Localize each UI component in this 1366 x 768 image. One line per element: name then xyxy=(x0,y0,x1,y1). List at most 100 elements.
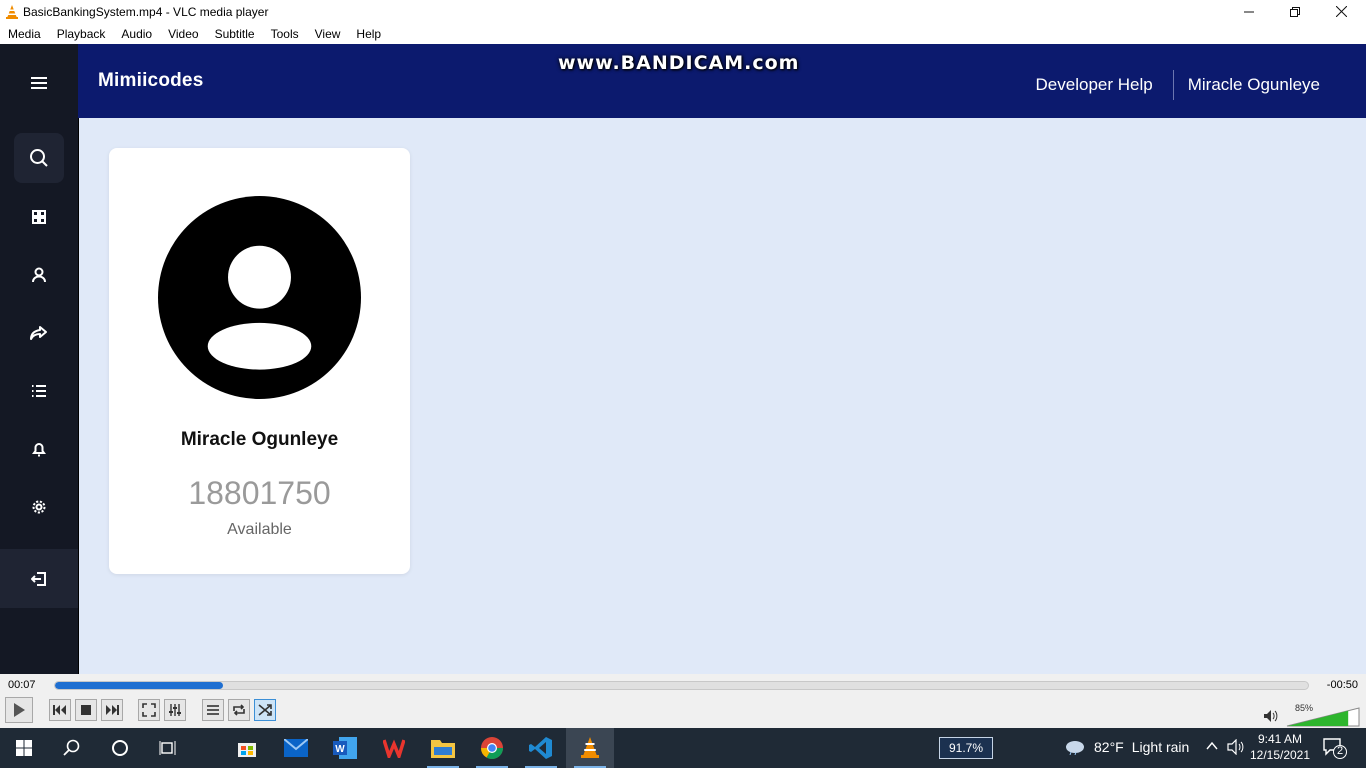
weather-desc: Light rain xyxy=(1131,739,1190,755)
weather-widget[interactable]: 82°F Light rain xyxy=(1064,739,1189,755)
volume-tray[interactable] xyxy=(1227,738,1245,758)
header-nav: Developer Help Miracle Ogunleye xyxy=(1036,70,1320,100)
main-content: Miracle Ogunleye 18801750 Available xyxy=(79,118,1366,674)
chevron-up-icon xyxy=(1206,741,1218,750)
menu-tools[interactable]: Tools xyxy=(263,27,307,41)
customer-name: Miracle Ogunleye xyxy=(180,429,339,450)
sidebar-item-settings xyxy=(14,482,64,532)
seek-progress xyxy=(55,682,223,689)
vscode-icon xyxy=(529,737,552,759)
minimize-button[interactable] xyxy=(1226,0,1272,23)
video-area[interactable]: Mimiicodes www.BANDICAM.com Developer He… xyxy=(0,44,1366,674)
clock-date: 12/15/2021 xyxy=(1249,748,1311,762)
folder-icon xyxy=(431,740,455,758)
player-controls: 00:07 -00:50 85% xyxy=(0,674,1366,728)
header-user-name: Miracle Ogunleye xyxy=(1187,75,1320,94)
sidebar-item-transfer xyxy=(14,308,64,358)
avatar xyxy=(158,196,361,399)
store-icon xyxy=(238,743,256,757)
playlist-icon xyxy=(207,705,219,715)
cloud-rain-icon xyxy=(1066,741,1084,755)
menu-audio[interactable]: Audio xyxy=(113,27,160,41)
taskbar-wps[interactable] xyxy=(370,728,418,768)
restore-button[interactable] xyxy=(1272,0,1318,23)
menu-icon xyxy=(31,77,47,89)
customer-balance: 18801750 xyxy=(188,475,331,511)
title-bar: BasicBankingSystem.mp4 - VLC media playe… xyxy=(0,0,1366,23)
search-icon xyxy=(63,739,80,756)
menu-media[interactable]: Media xyxy=(0,27,49,41)
sidebar-item-dashboard xyxy=(14,192,64,242)
cortana-button[interactable] xyxy=(96,728,144,768)
previous-button[interactable] xyxy=(49,699,71,721)
start-button[interactable] xyxy=(0,728,48,768)
sidebar-item-history xyxy=(14,366,64,416)
sidebar-item-search xyxy=(14,133,64,183)
playlist-button[interactable] xyxy=(202,699,224,721)
equalizer-icon xyxy=(169,704,181,716)
show-hidden-icons[interactable] xyxy=(1206,739,1218,754)
remaining-time[interactable]: -00:50 xyxy=(1327,679,1358,691)
play-button[interactable] xyxy=(5,697,33,723)
notification-icon xyxy=(1323,738,1347,759)
task-view-button[interactable] xyxy=(144,728,192,768)
menu-bar: Media Playback Audio Video Subtitle Tool… xyxy=(0,23,1366,44)
vlc-icon xyxy=(581,737,599,758)
taskbar-mail[interactable] xyxy=(272,728,320,768)
sidebar-item-notifications xyxy=(14,424,64,474)
elapsed-time: 00:07 xyxy=(8,679,36,691)
stop-button[interactable] xyxy=(75,699,97,721)
taskbar-file-explorer[interactable] xyxy=(419,728,467,768)
close-button[interactable] xyxy=(1318,0,1364,23)
skip-back-icon xyxy=(53,705,66,715)
list-icon xyxy=(32,385,46,397)
shuffle-button[interactable] xyxy=(254,699,276,721)
taskbar-vlc[interactable] xyxy=(566,728,614,768)
search-button[interactable] xyxy=(48,728,96,768)
hamburger-menu xyxy=(14,58,64,108)
taskbar-chrome[interactable] xyxy=(468,728,516,768)
seek-bar[interactable] xyxy=(54,681,1309,690)
app-header: Mimiicodes www.BANDICAM.com Developer He… xyxy=(78,44,1366,118)
menu-view[interactable]: View xyxy=(307,27,349,41)
bell-icon xyxy=(32,443,46,457)
sidebar-item-user xyxy=(14,250,64,300)
nav-divider xyxy=(1172,70,1174,100)
taskbar-store[interactable] xyxy=(223,728,271,768)
window-title: BasicBankingSystem.mp4 - VLC media playe… xyxy=(23,4,269,19)
taskbar-word[interactable]: W xyxy=(321,728,369,768)
restore-icon xyxy=(1290,6,1300,17)
menu-video[interactable]: Video xyxy=(160,27,206,41)
menu-help[interactable]: Help xyxy=(348,27,389,41)
notification-count: 2 xyxy=(1336,745,1344,757)
app-sidebar xyxy=(0,44,78,674)
sidebar-item-logout xyxy=(0,549,78,608)
vlc-icon xyxy=(6,4,18,19)
play-icon xyxy=(14,703,25,717)
logout-icon xyxy=(31,571,46,586)
action-center-button[interactable]: 2 xyxy=(1322,736,1348,760)
menu-subtitle[interactable]: Subtitle xyxy=(207,27,263,41)
share-icon xyxy=(30,326,47,340)
stop-icon xyxy=(81,705,91,715)
fullscreen-button[interactable] xyxy=(138,699,160,721)
shuffle-icon xyxy=(258,704,272,716)
speaker-icon xyxy=(1227,738,1244,756)
speaker-icon[interactable] xyxy=(1264,710,1278,722)
loop-button[interactable] xyxy=(228,699,250,721)
clock-time: 9:41 AM xyxy=(1257,732,1303,746)
menu-playback[interactable]: Playback xyxy=(49,27,114,41)
volume-slider[interactable] xyxy=(1286,707,1360,727)
taskbar-vscode[interactable] xyxy=(517,728,565,768)
brand-logo: Mimiicodes xyxy=(98,70,204,91)
windows-taskbar: W 91.7% 82°F Light rain 9:41 AM 12/15/20… xyxy=(0,728,1366,768)
cortana-icon xyxy=(112,740,128,756)
dashboard-icon xyxy=(32,210,46,224)
mail-icon xyxy=(284,739,308,757)
gear-icon xyxy=(32,500,46,514)
extended-settings-button[interactable] xyxy=(164,699,186,721)
battery-indicator[interactable]: 91.7% xyxy=(939,737,993,759)
system-clock[interactable]: 9:41 AM 12/15/2021 xyxy=(1248,731,1312,763)
next-button[interactable] xyxy=(101,699,123,721)
bandicam-watermark: www.BANDICAM.com xyxy=(558,52,800,74)
